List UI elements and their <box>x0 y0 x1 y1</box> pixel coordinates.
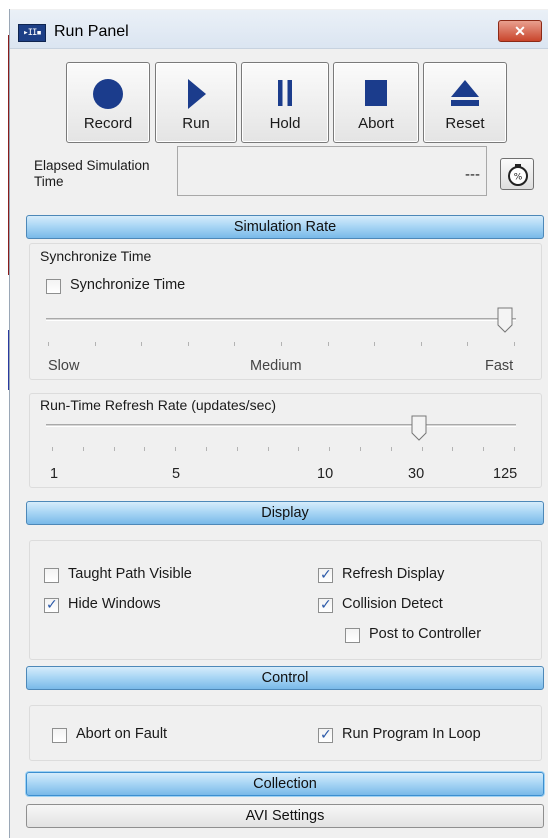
abort-on-fault-checkbox[interactable] <box>52 728 67 743</box>
avi-settings-header[interactable]: AVI Settings <box>26 804 544 828</box>
synchronize-time-group-title: Synchronize Time <box>40 248 152 264</box>
slider-tick <box>483 447 484 451</box>
stopwatch-icon: % <box>508 164 528 186</box>
slider-tick <box>114 447 115 451</box>
sync-slider-max-label: Fast <box>485 358 514 374</box>
collection-header[interactable]: Collection <box>26 772 544 796</box>
refresh-label-5: 5 <box>172 466 181 482</box>
slider-tick <box>328 342 329 346</box>
slider-tick <box>452 447 453 451</box>
slider-tick <box>144 447 145 451</box>
hold-button[interactable]: Hold <box>241 62 329 143</box>
play-icon <box>188 79 206 109</box>
sync-slider-min-label: Slow <box>48 358 80 374</box>
slider-tick <box>360 447 361 451</box>
post-to-controller-label: Post to Controller <box>369 626 482 642</box>
slider-tick <box>391 447 392 451</box>
close-button[interactable]: ✕ <box>498 20 542 42</box>
stop-icon <box>365 80 387 106</box>
hide-windows-label: Hide Windows <box>68 596 161 612</box>
refresh-slider-thumb[interactable] <box>411 415 427 441</box>
slider-tick <box>421 342 422 346</box>
slider-tick <box>237 447 238 451</box>
slider-tick <box>206 447 207 451</box>
close-icon: ✕ <box>514 23 526 39</box>
reset-button-label: Reset <box>445 115 485 132</box>
slider-tick <box>95 342 96 346</box>
synchronize-time-label: Synchronize Time <box>70 277 186 293</box>
refresh-slider-track[interactable] <box>46 424 516 427</box>
slider-tick <box>83 447 84 451</box>
taught-path-visible-label: Taught Path Visible <box>68 566 192 582</box>
refresh-label-10: 10 <box>317 466 334 482</box>
refresh-label-1: 1 <box>50 466 59 482</box>
refresh-label-30: 30 <box>408 466 425 482</box>
abort-button[interactable]: Abort <box>333 62 419 143</box>
pause-icon <box>278 80 292 106</box>
collision-detect-checkbox[interactable] <box>318 597 333 613</box>
slider-tick <box>141 342 142 346</box>
abort-button-label: Abort <box>358 115 394 132</box>
record-icon <box>93 79 123 109</box>
slider-tick <box>48 342 49 346</box>
record-button-label: Record <box>83 115 133 132</box>
taught-path-visible-checkbox[interactable] <box>44 568 59 583</box>
collision-detect-label: Collision Detect <box>342 596 443 612</box>
sync-slider-thumb[interactable] <box>497 307 513 333</box>
synchronize-time-checkbox[interactable] <box>46 279 61 294</box>
slider-tick <box>422 447 423 451</box>
slider-tick <box>298 447 299 451</box>
refresh-label-125: 125 <box>493 466 518 482</box>
svg-text:%: % <box>514 173 523 183</box>
post-to-controller-checkbox[interactable] <box>345 628 360 643</box>
control-header[interactable]: Control <box>26 666 544 690</box>
run-panel-app-icon: ▸II▪ <box>18 24 46 42</box>
run-button[interactable]: Run <box>155 62 237 143</box>
display-header[interactable]: Display <box>26 501 544 525</box>
record-button[interactable]: Record <box>66 62 150 143</box>
window-title: Run Panel <box>54 23 129 40</box>
run-program-in-loop-checkbox[interactable] <box>318 727 333 743</box>
eject-icon <box>451 80 479 106</box>
timer-button[interactable]: % <box>500 158 534 190</box>
refresh-display-label: Refresh Display <box>342 566 445 582</box>
run-program-in-loop-label: Run Program In Loop <box>342 726 481 742</box>
slider-tick <box>281 342 282 346</box>
refresh-rate-group-title: Run-Time Refresh Rate (updates/sec) <box>40 397 277 413</box>
sync-slider-track[interactable] <box>46 318 516 321</box>
hide-windows-checkbox[interactable] <box>44 597 59 613</box>
slider-tick <box>329 447 330 451</box>
sync-slider-mid-label: Medium <box>250 358 302 374</box>
slider-tick <box>374 342 375 346</box>
refresh-display-checkbox[interactable] <box>318 567 333 583</box>
slider-tick <box>234 342 235 346</box>
slider-tick <box>268 447 269 451</box>
abort-on-fault-label: Abort on Fault <box>76 726 168 742</box>
slider-tick <box>188 342 189 346</box>
slider-tick <box>514 447 515 451</box>
run-button-label: Run <box>182 115 210 132</box>
hold-button-label: Hold <box>269 115 301 132</box>
slider-tick <box>467 342 468 346</box>
slider-tick <box>514 342 515 346</box>
elapsed-time-label: Elapsed Simulation Time <box>34 158 150 189</box>
reset-button[interactable]: Reset <box>423 62 507 143</box>
simulation-rate-header[interactable]: Simulation Rate <box>26 215 544 239</box>
slider-tick <box>175 447 176 451</box>
elapsed-time-value: --- <box>465 166 480 183</box>
slider-tick <box>52 447 53 451</box>
